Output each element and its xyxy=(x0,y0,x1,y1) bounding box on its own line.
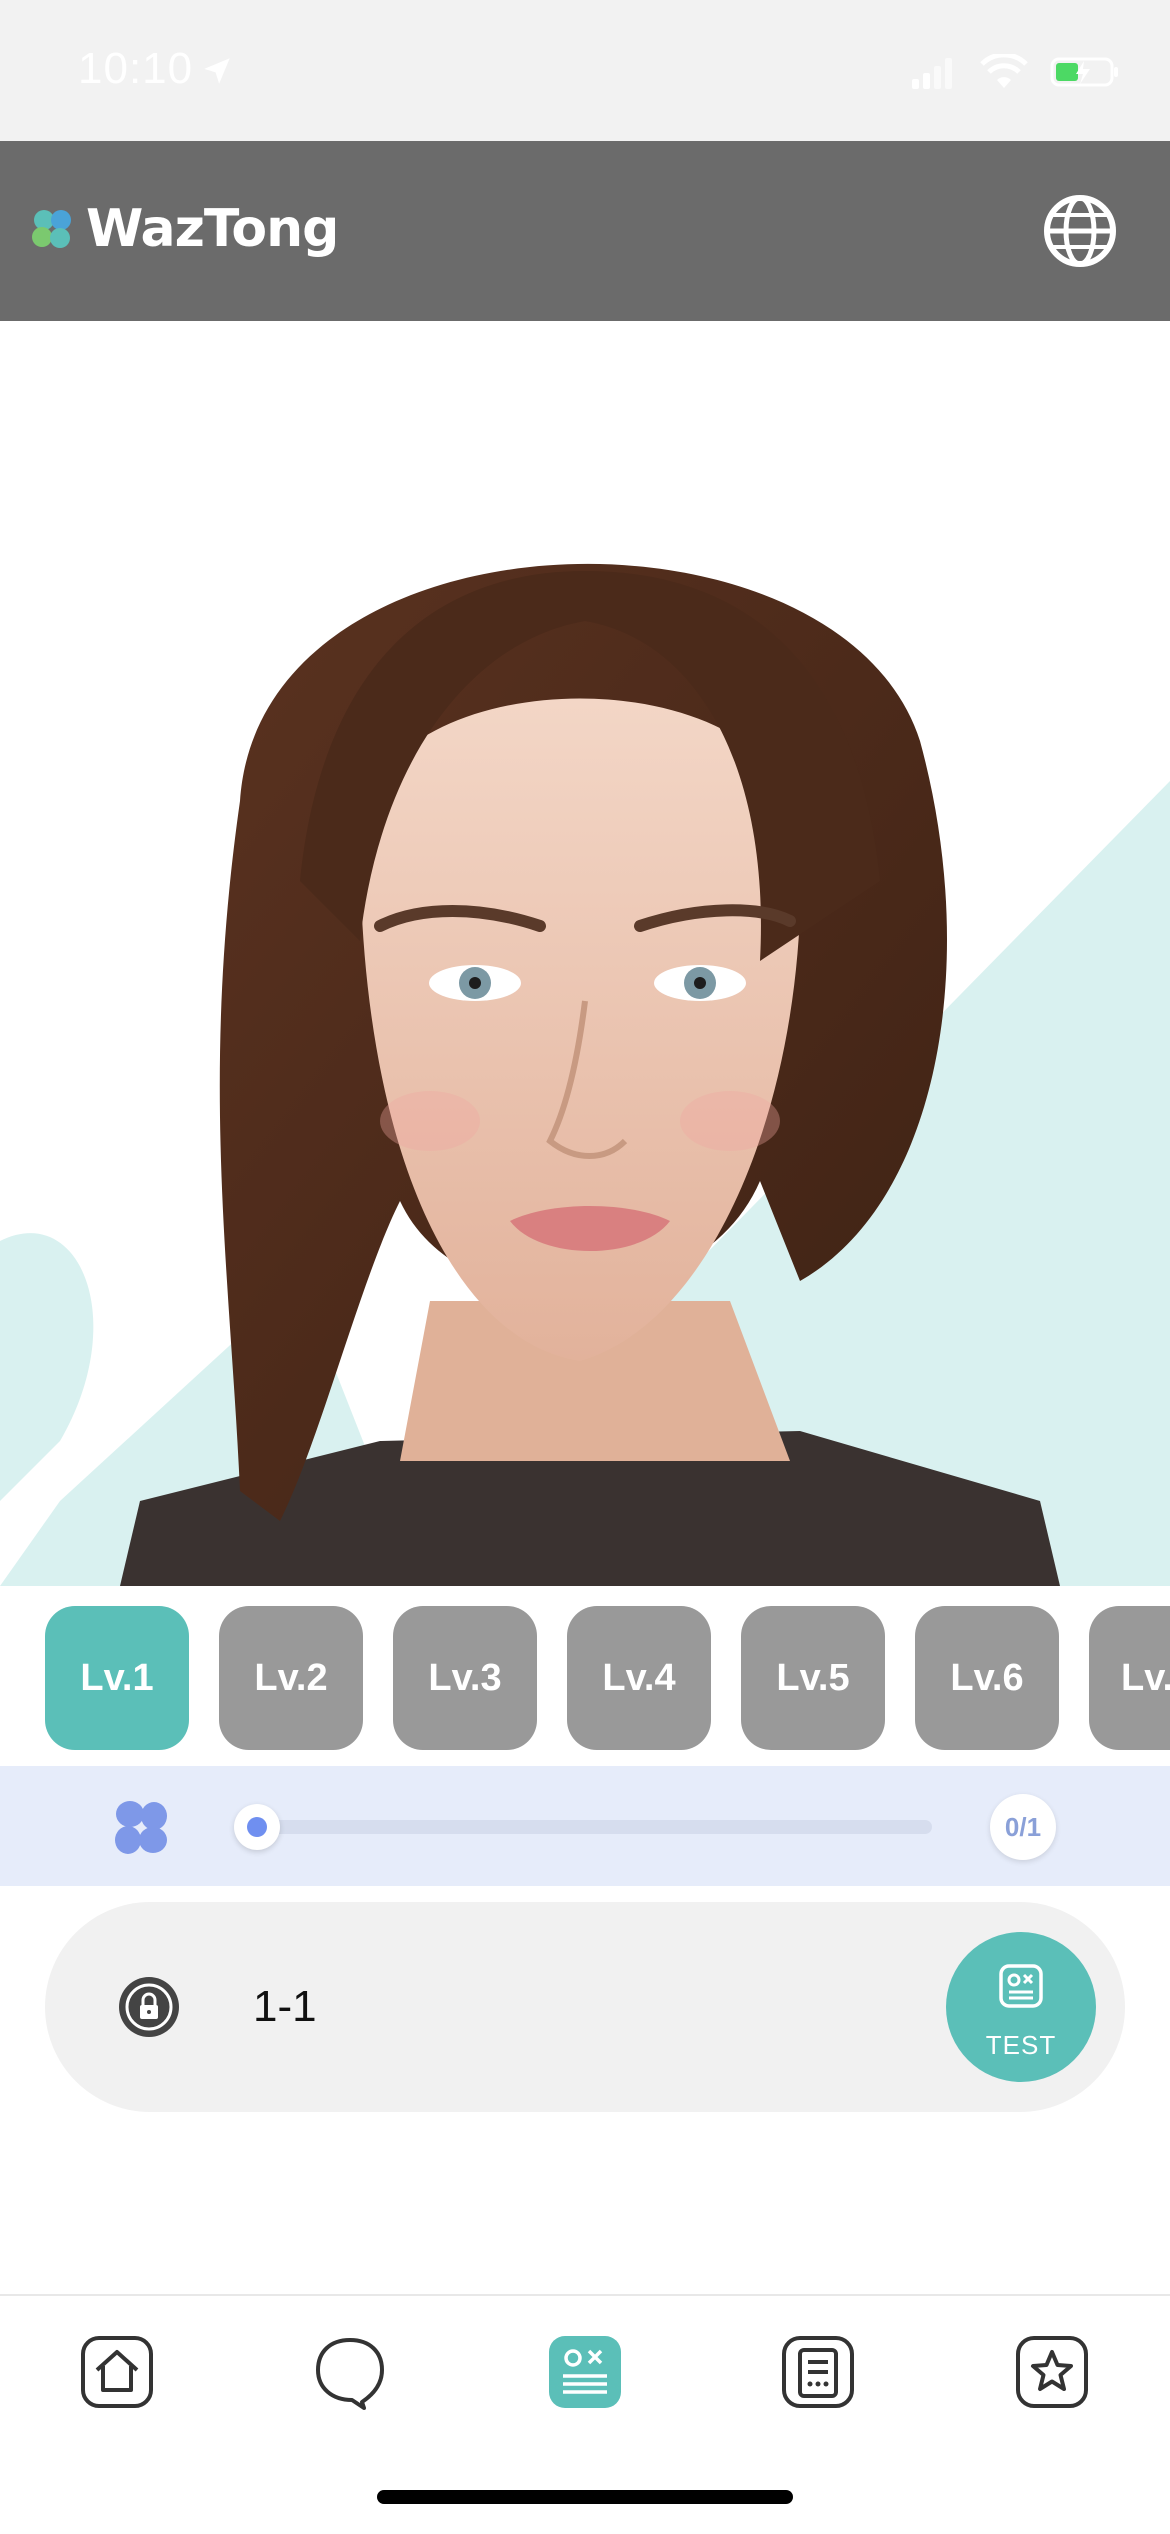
test-button[interactable]: TEST xyxy=(946,1932,1096,2082)
level-7-button[interactable]: Lv.7 xyxy=(1089,1606,1170,1750)
status-icons xyxy=(910,54,1120,90)
level-4-button[interactable]: Lv.4 xyxy=(567,1606,711,1750)
battery-icon xyxy=(1050,57,1118,87)
status-bar: 10:10 xyxy=(0,0,1170,141)
app-header: WazTong xyxy=(0,141,1170,321)
globe-icon[interactable] xyxy=(1042,193,1118,269)
clover-progress-icon xyxy=(115,1801,167,1854)
avatar-hero xyxy=(0,321,1170,1586)
level-selector: Lv.1 Lv.2 Lv.3 Lv.4 Lv.5 Lv.6 Lv.7 xyxy=(0,1586,1170,1766)
chat-bubble-icon[interactable] xyxy=(310,2332,390,2412)
level-6-button[interactable]: Lv.6 xyxy=(915,1606,1059,1750)
logo[interactable]: WazTong xyxy=(28,199,339,259)
location-arrow-icon xyxy=(204,58,230,84)
notes-icon[interactable] xyxy=(778,2332,858,2412)
signal-icon xyxy=(912,58,952,89)
level-2-button[interactable]: Lv.2 xyxy=(219,1606,363,1750)
logo-text: WazTong xyxy=(86,199,339,259)
lesson-row[interactable]: 1-1 TEST xyxy=(45,1902,1125,2112)
test-label: TEST xyxy=(985,2030,1057,2060)
status-time: 10:10 xyxy=(78,44,194,93)
progress-knob[interactable] xyxy=(234,1804,280,1850)
progress-band: 0/1 xyxy=(0,1766,1170,1886)
wifi-icon xyxy=(980,54,1028,88)
level-3-button[interactable]: Lv.3 xyxy=(393,1606,537,1750)
quiz-icon[interactable] xyxy=(545,2332,625,2412)
avatar-illustration xyxy=(0,563,1170,1586)
home-indicator[interactable] xyxy=(377,2490,793,2504)
test-icon xyxy=(999,1964,1043,2008)
level-5-button[interactable]: Lv.5 xyxy=(741,1606,885,1750)
progress-track xyxy=(256,1820,932,1834)
lesson-title: 1-1 xyxy=(253,1982,317,2031)
clover-logo-icon xyxy=(32,210,71,248)
lock-icon xyxy=(119,1977,179,2037)
level-1-button[interactable]: Lv.1 xyxy=(45,1606,189,1750)
progress-count: 0/1 xyxy=(990,1794,1056,1860)
home-icon[interactable] xyxy=(77,2332,157,2412)
bg-shape-left xyxy=(0,1233,94,1501)
favorites-star-icon[interactable] xyxy=(1012,2332,1092,2412)
